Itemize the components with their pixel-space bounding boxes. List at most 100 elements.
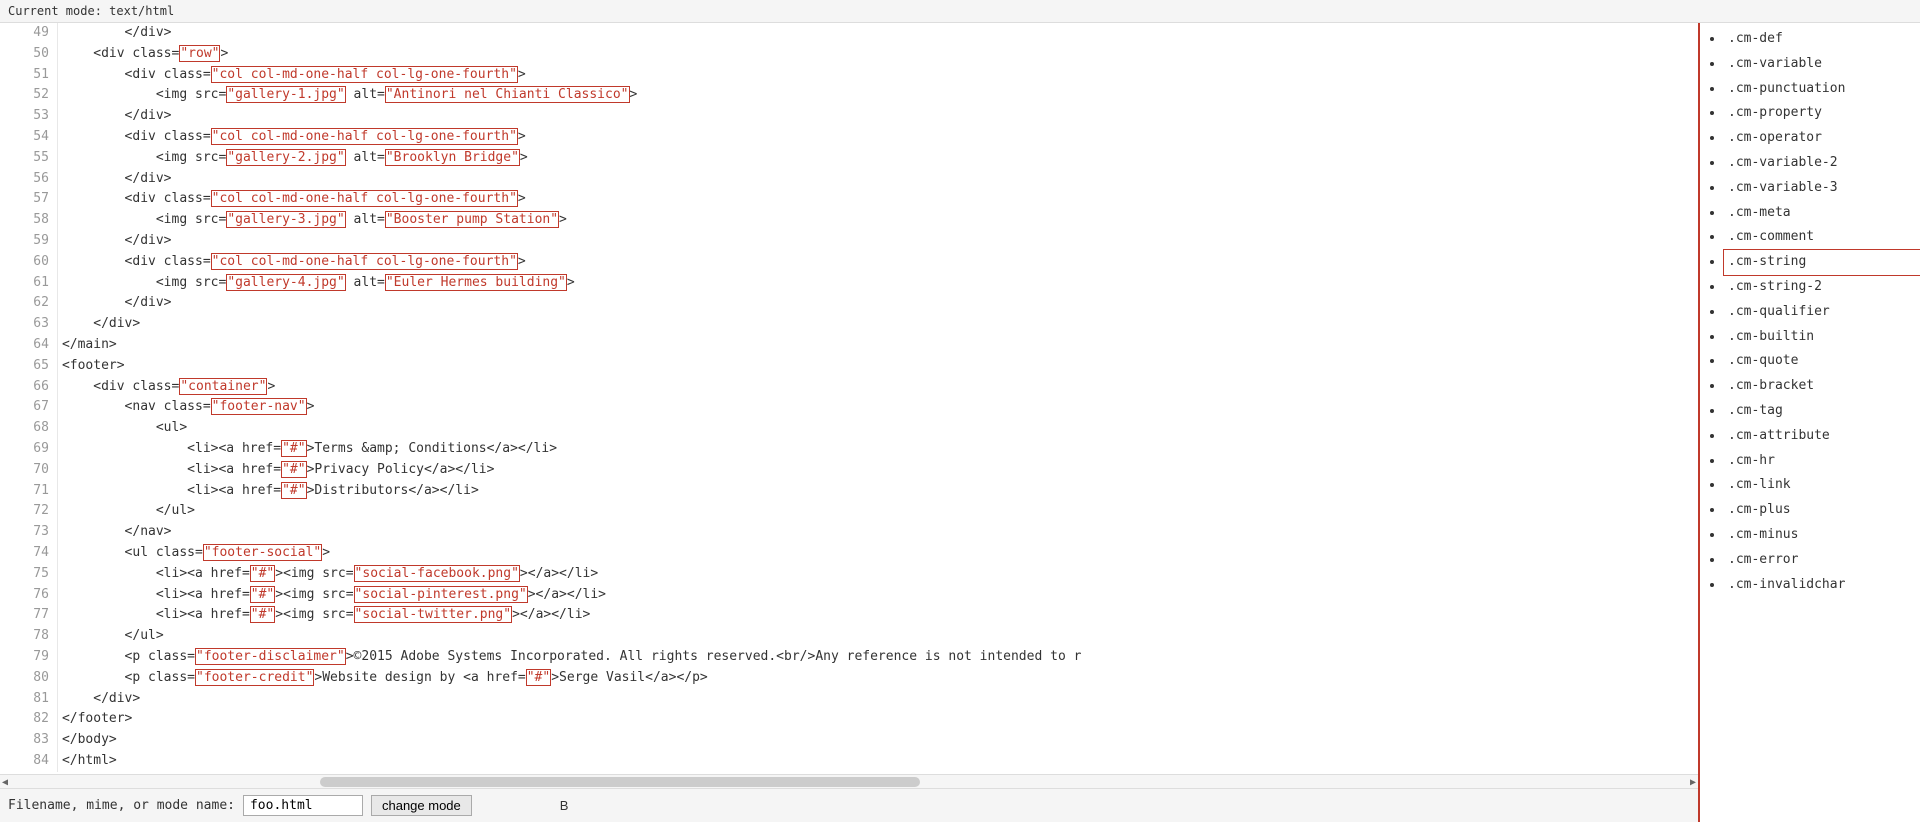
line-content[interactable]: <nav class="footer-nav">: [57, 397, 1698, 418]
code-area[interactable]: 49 </div>50 <div class="row">51 <div cla…: [0, 23, 1698, 774]
line-content[interactable]: <div class="col col-md-one-half col-lg-o…: [57, 65, 1698, 86]
table-row: 77 <li><a href="#"><img src="social-twit…: [0, 605, 1698, 626]
line-content[interactable]: </main>: [57, 335, 1698, 356]
line-content[interactable]: <footer>: [57, 356, 1698, 377]
current-mode-label: Current mode: text/html: [8, 4, 174, 18]
mode-bar: Current mode: text/html: [0, 0, 1920, 23]
line-number: 61: [0, 273, 57, 294]
cm-class-item-cm-tag[interactable]: .cm-tag: [1724, 399, 1920, 424]
line-number: 76: [0, 585, 57, 606]
line-number: 60: [0, 252, 57, 273]
line-content[interactable]: <img src="gallery-2.jpg" alt="Brooklyn B…: [57, 148, 1698, 169]
cm-class-item-cm-def[interactable]: .cm-def: [1724, 27, 1920, 52]
table-row: 70 <li><a href="#">Privacy Policy</a></l…: [0, 460, 1698, 481]
line-content[interactable]: </div>: [57, 23, 1698, 44]
line-content[interactable]: <li><a href="#">Distributors</a></li>: [57, 481, 1698, 502]
line-content[interactable]: </nav>: [57, 522, 1698, 543]
table-row: 65<footer>: [0, 356, 1698, 377]
line-number: 80: [0, 668, 57, 689]
cm-class-item-cm-minus[interactable]: .cm-minus: [1724, 523, 1920, 548]
line-content[interactable]: </body>: [57, 730, 1698, 751]
table-row: 80 <p class="footer-credit">Website desi…: [0, 668, 1698, 689]
mode-input-label: Filename, mime, or mode name:: [8, 798, 235, 813]
line-number: 67: [0, 397, 57, 418]
cm-class-item-cm-property[interactable]: .cm-property: [1724, 101, 1920, 126]
line-content[interactable]: </div>: [57, 293, 1698, 314]
line-content[interactable]: <div class="col col-md-one-half col-lg-o…: [57, 189, 1698, 210]
cm-class-item-cm-string-2[interactable]: .cm-string-2: [1724, 275, 1920, 300]
table-row: 75 <li><a href="#"><img src="social-face…: [0, 564, 1698, 585]
line-content[interactable]: </ul>: [57, 626, 1698, 647]
line-content[interactable]: <ul>: [57, 418, 1698, 439]
cm-class-item-cm-variable-3[interactable]: .cm-variable-3: [1724, 176, 1920, 201]
line-number: 83: [0, 730, 57, 751]
cm-class-item-cm-builtin[interactable]: .cm-builtin: [1724, 325, 1920, 350]
cm-class-item-cm-quote[interactable]: .cm-quote: [1724, 349, 1920, 374]
line-content[interactable]: </html>: [57, 751, 1698, 772]
line-number: 72: [0, 501, 57, 522]
cm-class-item-cm-bracket[interactable]: .cm-bracket: [1724, 374, 1920, 399]
line-content[interactable]: </div>: [57, 106, 1698, 127]
mode-name-input[interactable]: [243, 795, 363, 816]
line-number: 77: [0, 605, 57, 626]
table-row: 49 </div>: [0, 23, 1698, 44]
table-row: 72 </ul>: [0, 501, 1698, 522]
line-content[interactable]: <p class="footer-credit">Website design …: [57, 668, 1698, 689]
line-number: 68: [0, 418, 57, 439]
table-row: 78 </ul>: [0, 626, 1698, 647]
line-content[interactable]: </div>: [57, 689, 1698, 710]
change-mode-button[interactable]: change mode: [371, 795, 472, 816]
cm-class-item-cm-hr[interactable]: .cm-hr: [1724, 449, 1920, 474]
table-row: 84</html>: [0, 751, 1698, 772]
cm-class-item-cm-qualifier[interactable]: .cm-qualifier: [1724, 300, 1920, 325]
line-number: 51: [0, 65, 57, 86]
cm-class-item-cm-comment[interactable]: .cm-comment: [1724, 225, 1920, 250]
line-content[interactable]: <div class="col col-md-one-half col-lg-o…: [57, 127, 1698, 148]
line-content[interactable]: <div class="container">: [57, 377, 1698, 398]
cm-class-item-cm-attribute[interactable]: .cm-attribute: [1724, 424, 1920, 449]
table-row: 83</body>: [0, 730, 1698, 751]
marker-b: B: [560, 798, 569, 813]
cm-class-item-cm-operator[interactable]: .cm-operator: [1724, 126, 1920, 151]
table-row: 51 <div class="col col-md-one-half col-l…: [0, 65, 1698, 86]
line-content[interactable]: <li><a href="#"><img src="social-twitter…: [57, 605, 1698, 626]
cm-class-item-cm-error[interactable]: .cm-error: [1724, 548, 1920, 573]
cm-class-item-cm-variable[interactable]: .cm-variable: [1724, 52, 1920, 77]
line-content[interactable]: </div>: [57, 231, 1698, 252]
table-row: 74 <ul class="footer-social">: [0, 543, 1698, 564]
line-content[interactable]: <p class="footer-disclaimer">©2015 Adobe…: [57, 647, 1698, 668]
line-content[interactable]: <img src="gallery-3.jpg" alt="Booster pu…: [57, 210, 1698, 231]
line-number: 53: [0, 106, 57, 127]
cm-class-item-cm-meta[interactable]: .cm-meta: [1724, 201, 1920, 226]
line-content[interactable]: <div class="row">: [57, 44, 1698, 65]
line-number: 55: [0, 148, 57, 169]
line-content[interactable]: <li><a href="#"><img src="social-pintere…: [57, 585, 1698, 606]
line-content[interactable]: </div>: [57, 169, 1698, 190]
line-content[interactable]: </ul>: [57, 501, 1698, 522]
scroll-right-arrow[interactable]: ▶: [1690, 777, 1696, 788]
line-content[interactable]: <img src="gallery-1.jpg" alt="Antinori n…: [57, 85, 1698, 106]
line-number: 75: [0, 564, 57, 585]
line-content[interactable]: <div class="col col-md-one-half col-lg-o…: [57, 252, 1698, 273]
cm-class-item-cm-link[interactable]: .cm-link: [1724, 473, 1920, 498]
line-number: 58: [0, 210, 57, 231]
table-row: 57 <div class="col col-md-one-half col-l…: [0, 189, 1698, 210]
line-content[interactable]: <li><a href="#">Privacy Policy</a></li>: [57, 460, 1698, 481]
horizontal-scrollbar[interactable]: ◀ ▶: [0, 774, 1698, 788]
cm-class-item-cm-invalidchar[interactable]: .cm-invalidchar: [1724, 573, 1920, 598]
line-content[interactable]: <img src="gallery-4.jpg" alt="Euler Herm…: [57, 273, 1698, 294]
cm-class-item-cm-variable-2[interactable]: .cm-variable-2: [1724, 151, 1920, 176]
line-content[interactable]: <li><a href="#"><img src="social-faceboo…: [57, 564, 1698, 585]
line-content[interactable]: </div>: [57, 314, 1698, 335]
main-container: 49 </div>50 <div class="row">51 <div cla…: [0, 23, 1920, 822]
line-content[interactable]: <ul class="footer-social">: [57, 543, 1698, 564]
cm-class-item-cm-plus[interactable]: .cm-plus: [1724, 498, 1920, 523]
scroll-left-arrow[interactable]: ◀: [2, 777, 8, 788]
line-number: 63: [0, 314, 57, 335]
cm-class-item-cm-string[interactable]: .cm-string — C: [1724, 250, 1920, 275]
line-content[interactable]: <li><a href="#">Terms &amp; Conditions</…: [57, 439, 1698, 460]
line-content[interactable]: </footer>: [57, 709, 1698, 730]
cm-class-item-cm-punctuation[interactable]: .cm-punctuation: [1724, 77, 1920, 102]
scrollbar-thumb[interactable]: [320, 777, 920, 787]
table-row: 63 </div>: [0, 314, 1698, 335]
